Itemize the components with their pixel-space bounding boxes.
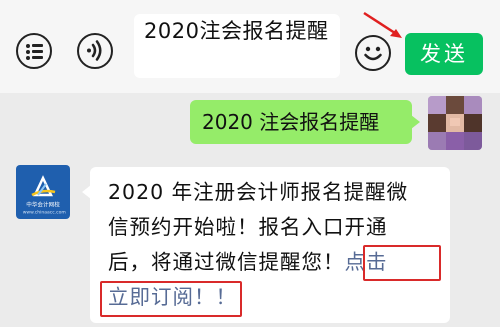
menu-line xyxy=(32,50,43,53)
message-line: 2020 年注册会计师报名提醒微 xyxy=(108,180,409,204)
outgoing-message-bubble[interactable]: 2020 注会报名提醒 xyxy=(190,100,420,144)
menu-line xyxy=(32,44,43,47)
blurred-avatar-image xyxy=(428,96,482,150)
voice-icon[interactable] xyxy=(77,33,113,69)
menu-line xyxy=(32,56,43,59)
menu-dot xyxy=(26,50,30,54)
menu-dot xyxy=(26,44,30,48)
highlight-box-link-part2 xyxy=(100,281,242,317)
incoming-message-bubble[interactable]: 2020 年注册会计师报名提醒微 信预约开始啦！报名入口开通 后，将通过微信提醒… xyxy=(82,167,450,323)
menu-dot xyxy=(26,56,30,60)
list-menu-icon[interactable] xyxy=(16,33,52,69)
message-line: 信预约开始啦！报名入口开通 xyxy=(108,215,388,239)
message-input-value: 2020注会报名提醒 xyxy=(144,19,329,43)
send-button[interactable]: 发送 xyxy=(405,33,483,75)
avatar-brand-url: www.chinaacc.com xyxy=(22,209,66,216)
chinaacc-logo-avatar[interactable]: 中华会计网校 www.chinaacc.com xyxy=(16,165,70,219)
avatar-brand-name: 中华会计网校 xyxy=(26,201,60,209)
user-avatar[interactable] xyxy=(428,96,482,150)
annotation-arrow-icon xyxy=(363,11,402,38)
message-input-field[interactable]: 2020注会报名提醒 xyxy=(134,14,340,78)
chat-input-bar: 2020注会报名提醒 发送 xyxy=(0,0,500,93)
highlight-box-link-part1 xyxy=(363,245,441,281)
message-line-text: 后，将通过微信提醒您！ xyxy=(108,250,345,274)
voice-wave-icon xyxy=(87,40,102,61)
smiley-icon[interactable] xyxy=(355,35,391,71)
outgoing-message-text: 2020 注会报名提醒 xyxy=(202,110,380,134)
chat-message-area[interactable]: 2020 注会报名提醒 中华会计网校 www.chinaacc.com 2020… xyxy=(0,93,500,327)
